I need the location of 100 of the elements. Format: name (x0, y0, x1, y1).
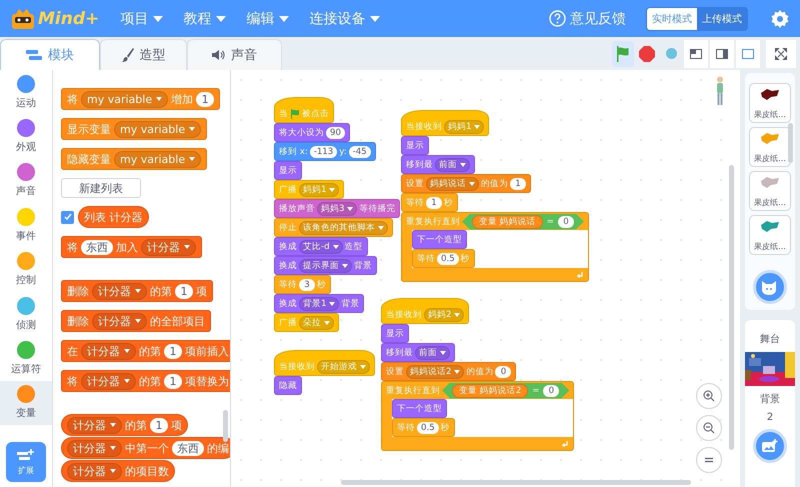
dropdown[interactable]: 计分器 (81, 342, 136, 360)
start-button[interactable] (612, 40, 634, 66)
code-block[interactable]: 在 计分器 的第 1 项前插入 (61, 340, 230, 362)
extensions-button[interactable]: 扩展 (6, 442, 46, 482)
dropdown[interactable]: 提示界面 (299, 258, 352, 272)
condition-block[interactable]: 变量 妈妈说话 = 0 (462, 214, 584, 230)
condition-block[interactable]: 变量 妈妈说话2 = 0 (442, 382, 570, 398)
category-item[interactable]: 外观 (0, 114, 52, 159)
zoom-in-button[interactable] (696, 383, 722, 409)
loop-block[interactable]: 重复执行直到 变量 妈妈说话 = 0 下一个造型 等待 0.5 秒 (401, 212, 589, 282)
dropdown[interactable]: 计分器 (67, 440, 122, 456)
code-block[interactable]: 将 计分器 的第 1 项替换为 (61, 370, 230, 392)
number-input[interactable]: 1 (426, 196, 442, 208)
sprite-card[interactable]: 果皮纸... (749, 171, 791, 211)
dropdown[interactable]: 该角色的其他脚本 (299, 220, 388, 234)
code-block[interactable]: 等待 0.5 秒 (412, 249, 475, 268)
dropdown[interactable]: 计分器 (67, 462, 122, 480)
text-input[interactable]: 东西 (81, 240, 113, 254)
category-item[interactable]: 侦测 (0, 292, 52, 336)
stage-size-button[interactable] (684, 40, 708, 68)
number-input[interactable]: 1 (164, 344, 182, 358)
number-input[interactable]: 0 (558, 216, 574, 228)
sprite-card[interactable]: 果皮纸... (749, 83, 791, 123)
code-block[interactable]: 下一个造型 (412, 230, 467, 249)
code-block[interactable]: 显示 (274, 161, 302, 180)
code-block[interactable]: 下一个造型 (392, 399, 447, 418)
text-input[interactable]: 东西 (172, 440, 204, 456)
dropdown[interactable]: my variable (114, 120, 202, 138)
category-item[interactable]: 声音 (0, 158, 52, 204)
number-input[interactable]: 0 (543, 384, 560, 396)
sprite-card[interactable]: 果皮纸... (749, 215, 791, 255)
add-sprite-button[interactable] (753, 270, 787, 304)
dropdown[interactable]: my variable (114, 150, 202, 168)
code-block[interactable]: 设置 妈妈说话2 的值为 0 (381, 362, 516, 381)
menu-item[interactable]: 教程 (176, 10, 234, 28)
code-block[interactable]: 删除 计分器 的全部项目 (61, 310, 211, 332)
number-input[interactable]: 1 (196, 92, 214, 106)
number-input[interactable]: 0.5 (417, 422, 439, 434)
sprite-card[interactable]: 果皮纸... (749, 127, 791, 167)
editor-tab[interactable]: 声音 (187, 39, 282, 70)
category-item[interactable]: 事件 (0, 203, 52, 248)
code-block[interactable]: 删除 计分器 的第 1 项 (61, 280, 213, 302)
code-block[interactable]: 将 my variable 增加 1 (61, 88, 220, 110)
stage-size-button[interactable] (710, 40, 734, 68)
loop-block[interactable]: 重复执行直到 变量 妈妈说话2 = 0 下一个造型 等待 0.5 秒 (381, 381, 574, 451)
code-block[interactable]: 移到最 前面 (401, 155, 475, 174)
code-block[interactable]: 将大小设为 90 (274, 123, 350, 142)
reporter-block[interactable]: 变量 妈妈说话 (472, 214, 543, 228)
number-input[interactable]: 1 (150, 418, 168, 432)
code-block[interactable]: 换成 艾比-d 造型 (274, 237, 368, 256)
dropdown[interactable]: 计分器 (141, 238, 196, 256)
code-block[interactable]: 等待 3 秒 (274, 275, 331, 294)
code-block[interactable]: 设置 妈妈说话 的值为 1 (401, 174, 531, 193)
menu-item[interactable]: 项目 (113, 10, 170, 28)
reporter-block[interactable]: 计分器 的第 1 项 (61, 414, 188, 436)
code-block[interactable]: 移到 x: -113 y: -45 (274, 142, 376, 161)
feedback-link[interactable]: 意见反馈 (570, 10, 626, 28)
mode-toggle[interactable]: 实时模式 (647, 8, 697, 30)
new-list-button[interactable]: 新建列表 (61, 178, 141, 198)
number-input[interactable]: 90 (326, 126, 345, 138)
number-input[interactable]: 1 (510, 178, 526, 190)
dropdown[interactable]: 计分器 (92, 282, 147, 300)
category-item[interactable]: 运动 (0, 70, 52, 114)
reporter-block[interactable]: 变量 妈妈说话2 (452, 384, 528, 398)
number-input[interactable]: 1 (175, 284, 193, 298)
reporter-block[interactable]: 计分器 的项目数 (61, 460, 175, 482)
editor-tab[interactable]: 造型 (100, 39, 187, 70)
number-input[interactable]: 3 (299, 278, 315, 290)
category-item[interactable]: 运算符 (0, 336, 52, 381)
zoom-out-button[interactable] (696, 415, 722, 441)
category-item[interactable]: 变量 (0, 380, 52, 426)
checkbox[interactable] (61, 210, 74, 224)
dropdown[interactable]: 计分器 (92, 312, 147, 330)
code-block[interactable]: 移到最 前面 (381, 343, 455, 362)
fullscreen-button[interactable] (766, 40, 796, 68)
dropdown[interactable]: 妈妈说话2 (406, 364, 464, 378)
dropdown[interactable]: 前面 (435, 158, 470, 172)
code-block[interactable]: 换成 提示界面 背景 (274, 256, 377, 275)
code-block[interactable]: 显示变量 my variable (61, 118, 208, 140)
dropdown[interactable]: 艾比-d (299, 240, 343, 254)
code-block[interactable]: 显示 (401, 136, 429, 155)
mode-toggle[interactable]: 上传模式 (697, 8, 747, 30)
dropdown[interactable]: 前面 (415, 346, 450, 360)
menu-item[interactable]: 编辑 (239, 10, 296, 28)
dropdown[interactable]: 妈妈3 (317, 202, 358, 216)
menu-item[interactable]: 连接设备 (302, 10, 388, 28)
reset-zoom-button[interactable] (696, 447, 722, 473)
code-block[interactable]: 停止 该角色的其他脚本 (274, 218, 393, 237)
number-input[interactable]: -113 (310, 146, 338, 158)
editor-tab[interactable]: 模块 (0, 39, 100, 70)
number-input[interactable]: 1 (164, 374, 182, 388)
dropdown[interactable]: 计分器 (81, 372, 136, 390)
dropdown[interactable]: 背景1 (299, 296, 340, 310)
code-block[interactable]: 显示 (381, 324, 409, 343)
code-block[interactable]: 等待 1 秒 (401, 193, 458, 212)
reporter-block[interactable]: 列表 计分器 (78, 206, 148, 228)
code-block[interactable]: 播放声音 妈妈3 等待播完 (274, 199, 400, 218)
category-item[interactable]: 控制 (0, 248, 52, 292)
code-block[interactable]: 换成 背景1 背景 (274, 294, 364, 313)
code-block[interactable]: 隐藏变量 my variable (61, 148, 208, 170)
